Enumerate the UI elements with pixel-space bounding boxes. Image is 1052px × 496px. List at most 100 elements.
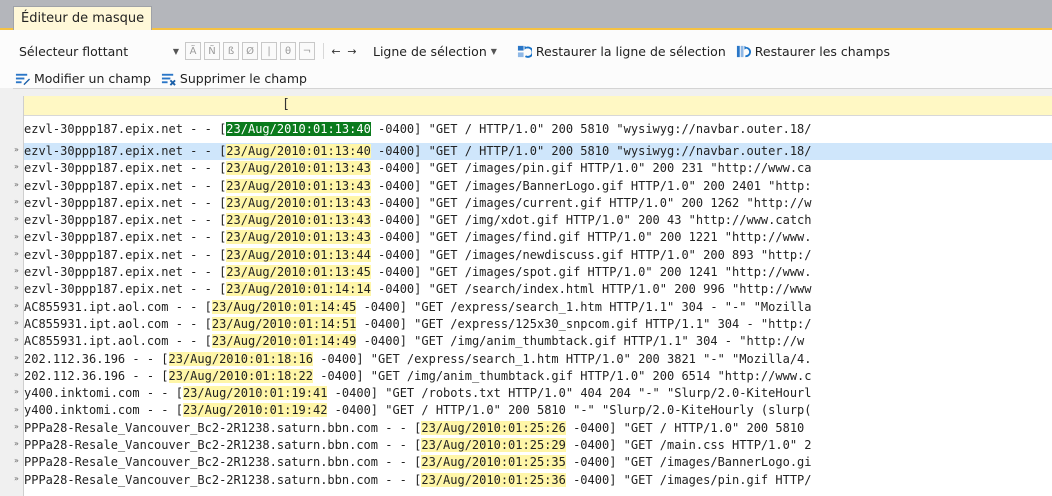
mask-line[interactable]: ezvl-30ppp187.epix.net - - [23/Aug/2010:… bbox=[24, 121, 1052, 138]
char-button-o-slash[interactable]: Ø bbox=[242, 42, 258, 60]
row-marker-icon: » bbox=[14, 387, 19, 397]
record-prefix: ezvl-30ppp187.epix.net - - [ bbox=[24, 230, 227, 245]
char-button-a-tilde[interactable]: Ã bbox=[185, 42, 201, 60]
table-row[interactable]: y400.inktomi.com - - [23/Aug/2010:01:19:… bbox=[24, 402, 1052, 419]
tab-bar: Éditeur de masque bbox=[0, 0, 1052, 30]
row-marker-icon: » bbox=[14, 421, 19, 431]
mask-line-suffix: -0400] "GET / HTTP/1.0" 200 5810 "wysiwy… bbox=[370, 122, 812, 136]
selection-line-menu[interactable]: Ligne de sélection ▼ bbox=[373, 44, 497, 59]
delete-field-icon bbox=[161, 73, 176, 86]
record-suffix: -0400] "GET /images/pin.gif HTTP/1.0" 20… bbox=[370, 161, 812, 176]
table-row[interactable]: AC855931.ipt.aol.com - - [23/Aug/2010:01… bbox=[24, 299, 1052, 316]
modify-field-button[interactable]: Modifier un champ bbox=[15, 71, 151, 86]
row-marker-icon: » bbox=[14, 439, 19, 449]
tab-mask-editor[interactable]: Éditeur de masque bbox=[13, 6, 153, 30]
row-marker-icon: » bbox=[14, 231, 19, 241]
record-prefix: AC855931.ipt.aol.com - - [ bbox=[24, 334, 212, 349]
mask-editor-area[interactable]: [ ezvl-30ppp187.epix.net - - [23/Aug/201… bbox=[23, 96, 1052, 496]
record-suffix: -0400] "GET /images/current.gif HTTP/1.0… bbox=[370, 195, 812, 210]
table-row[interactable]: ezvl-30ppp187.epix.net - - [23/Aug/2010:… bbox=[24, 195, 1052, 212]
table-row[interactable]: ezvl-30ppp187.epix.net - - [23/Aug/2010:… bbox=[24, 212, 1052, 229]
table-row[interactable]: PPPa28-Resale_Vancouver_Bc2-2R1238.satur… bbox=[24, 454, 1052, 471]
record-prefix: ezvl-30ppp187.epix.net - - [ bbox=[24, 265, 227, 280]
record-prefix: ezvl-30ppp187.epix.net - - [ bbox=[24, 213, 227, 228]
record-suffix: -0400] "GET /img/anim_thumbtack.gif HTTP… bbox=[313, 368, 812, 383]
table-row[interactable]: PPPa28-Resale_Vancouver_Bc2-2R1238.satur… bbox=[24, 472, 1052, 489]
row-marker-icon: » bbox=[14, 266, 19, 276]
chevron-down-icon: ▼ bbox=[172, 46, 179, 56]
table-row[interactable]: ezvl-30ppp187.epix.net - - [23/Aug/2010:… bbox=[24, 178, 1052, 195]
modify-field-label: Modifier un champ bbox=[34, 70, 151, 86]
table-row[interactable]: AC855931.ipt.aol.com - - [23/Aug/2010:01… bbox=[24, 333, 1052, 350]
table-row[interactable]: 202.112.36.196 - - [23/Aug/2010:01:18:22… bbox=[24, 368, 1052, 385]
mask-line-prefix: ezvl-30ppp187.epix.net - - [ bbox=[24, 122, 227, 136]
toolbar-row-2: Modifier un champ Supprimer le champ bbox=[15, 68, 317, 88]
record-date-field: 23/Aug/2010:01:13:43 bbox=[226, 195, 371, 210]
char-button-not[interactable]: ¬ bbox=[299, 42, 315, 60]
restore-fields-icon bbox=[736, 45, 751, 57]
separator bbox=[323, 43, 324, 59]
row-marker-icon: » bbox=[14, 456, 19, 466]
record-prefix: ezvl-30ppp187.epix.net - - [ bbox=[24, 282, 227, 297]
record-date-field: 23/Aug/2010:01:13:43 bbox=[226, 213, 371, 228]
record-date-field: 23/Aug/2010:01:14:49 bbox=[211, 334, 357, 349]
table-row[interactable]: ezvl-30ppp187.epix.net - - [23/Aug/2010:… bbox=[24, 160, 1052, 177]
record-date-field: 23/Aug/2010:01:13:44 bbox=[226, 247, 371, 262]
char-button-n-tilde[interactable]: Ñ bbox=[204, 42, 220, 60]
delete-field-button[interactable]: Supprimer le champ bbox=[161, 71, 307, 86]
record-date-field: 23/Aug/2010:01:13:43 bbox=[226, 178, 371, 193]
record-suffix: -0400] "GET /images/pin.gif HTTP/ bbox=[565, 472, 812, 487]
table-row[interactable]: PPPa28-Resale_Vancouver_Bc2-2R1238.satur… bbox=[24, 437, 1052, 454]
restore-line-icon bbox=[517, 45, 532, 58]
field-ruler[interactable]: [ bbox=[24, 96, 1052, 116]
restore-line-button[interactable]: Restaurer la ligne de sélection bbox=[517, 44, 726, 59]
table-row[interactable]: y400.inktomi.com - - [23/Aug/2010:01:19:… bbox=[24, 385, 1052, 402]
delete-field-label: Supprimer le champ bbox=[179, 70, 307, 86]
row-marker-icon: » bbox=[14, 162, 19, 172]
row-marker-icon: » bbox=[14, 283, 19, 293]
record-date-field: 23/Aug/2010:01:14:51 bbox=[211, 316, 357, 331]
table-row[interactable]: AC855931.ipt.aol.com - - [23/Aug/2010:01… bbox=[24, 316, 1052, 333]
prev-button[interactable]: ← bbox=[329, 43, 343, 59]
record-prefix: 202.112.36.196 - - [ bbox=[24, 351, 169, 366]
record-prefix: PPPa28-Resale_Vancouver_Bc2-2R1238.satur… bbox=[24, 472, 422, 487]
row-marker-icon: » bbox=[14, 179, 19, 189]
record-prefix: PPPa28-Resale_Vancouver_Bc2-2R1238.satur… bbox=[24, 420, 422, 435]
row-marker-icon: » bbox=[14, 145, 19, 154]
table-row[interactable]: 202.112.36.196 - - [23/Aug/2010:01:18:16… bbox=[24, 351, 1052, 368]
record-prefix: y400.inktomi.com - - [ bbox=[24, 403, 183, 418]
table-row[interactable]: ezvl-30ppp187.epix.net - - [23/Aug/2010:… bbox=[24, 229, 1052, 246]
table-row[interactable]: ezvl-30ppp187.epix.net - - [23/Aug/2010:… bbox=[24, 143, 1052, 161]
record-suffix: -0400] "GET /images/BannerLogo.gif HTTP/… bbox=[370, 178, 812, 193]
record-suffix: -0400] "GET /images/newdiscuss.gif HTTP/… bbox=[370, 247, 812, 262]
selector-dropdown[interactable]: Sélecteur flottant ▼ bbox=[15, 41, 185, 61]
record-prefix: ezvl-30ppp187.epix.net - - [ bbox=[24, 178, 227, 193]
row-marker-icon: » bbox=[14, 473, 19, 483]
table-row[interactable]: ezvl-30ppp187.epix.net - - [23/Aug/2010:… bbox=[24, 247, 1052, 264]
record-suffix: -0400] "GET /images/find.gif HTTP/1.0" 2… bbox=[370, 230, 812, 245]
restore-fields-button[interactable]: Restaurer les champs bbox=[736, 44, 890, 59]
table-row[interactable]: ezvl-30ppp187.epix.net - - [23/Aug/2010:… bbox=[24, 264, 1052, 281]
row-marker-icon: » bbox=[14, 335, 19, 345]
next-button[interactable]: → bbox=[345, 43, 359, 59]
selection-line-label: Ligne de sélection bbox=[373, 43, 487, 59]
record-prefix: ezvl-30ppp187.epix.net - - [ bbox=[24, 144, 227, 158]
table-row[interactable]: PPPa28-Resale_Vancouver_Bc2-2R1238.satur… bbox=[24, 420, 1052, 437]
table-row[interactable]: ezvl-30ppp187.epix.net - - [23/Aug/2010:… bbox=[24, 281, 1052, 298]
selected-field[interactable]: 23/Aug/2010:01:13:40 bbox=[226, 122, 371, 136]
row-marker-icon: » bbox=[14, 352, 19, 362]
record-suffix: -0400] "GET /main.css HTTP/1.0" 2 bbox=[565, 438, 812, 453]
record-date-field: 23/Aug/2010:01:14:14 bbox=[226, 282, 371, 297]
restore-line-label: Restaurer la ligne de sélection bbox=[535, 43, 726, 59]
record-date-field: 23/Aug/2010:01:14:45 bbox=[211, 299, 357, 314]
record-prefix: PPPa28-Resale_Vancouver_Bc2-2R1238.satur… bbox=[24, 438, 422, 453]
modify-field-icon bbox=[15, 73, 30, 85]
char-button-theta[interactable]: θ bbox=[280, 42, 296, 60]
chevron-down-icon: ▼ bbox=[490, 46, 497, 56]
char-buttons: Ã Ñ ß Ø | θ ¬ bbox=[185, 42, 318, 60]
char-button-pipe[interactable]: | bbox=[261, 42, 277, 60]
record-date-field: 23/Aug/2010:01:13:43 bbox=[226, 230, 371, 245]
record-prefix: AC855931.ipt.aol.com - - [ bbox=[24, 299, 212, 314]
char-button-sharp-s[interactable]: ß bbox=[223, 42, 239, 60]
record-suffix: -0400] "GET / HTTP/1.0" 200 5810 "-" "Sl… bbox=[327, 403, 812, 418]
